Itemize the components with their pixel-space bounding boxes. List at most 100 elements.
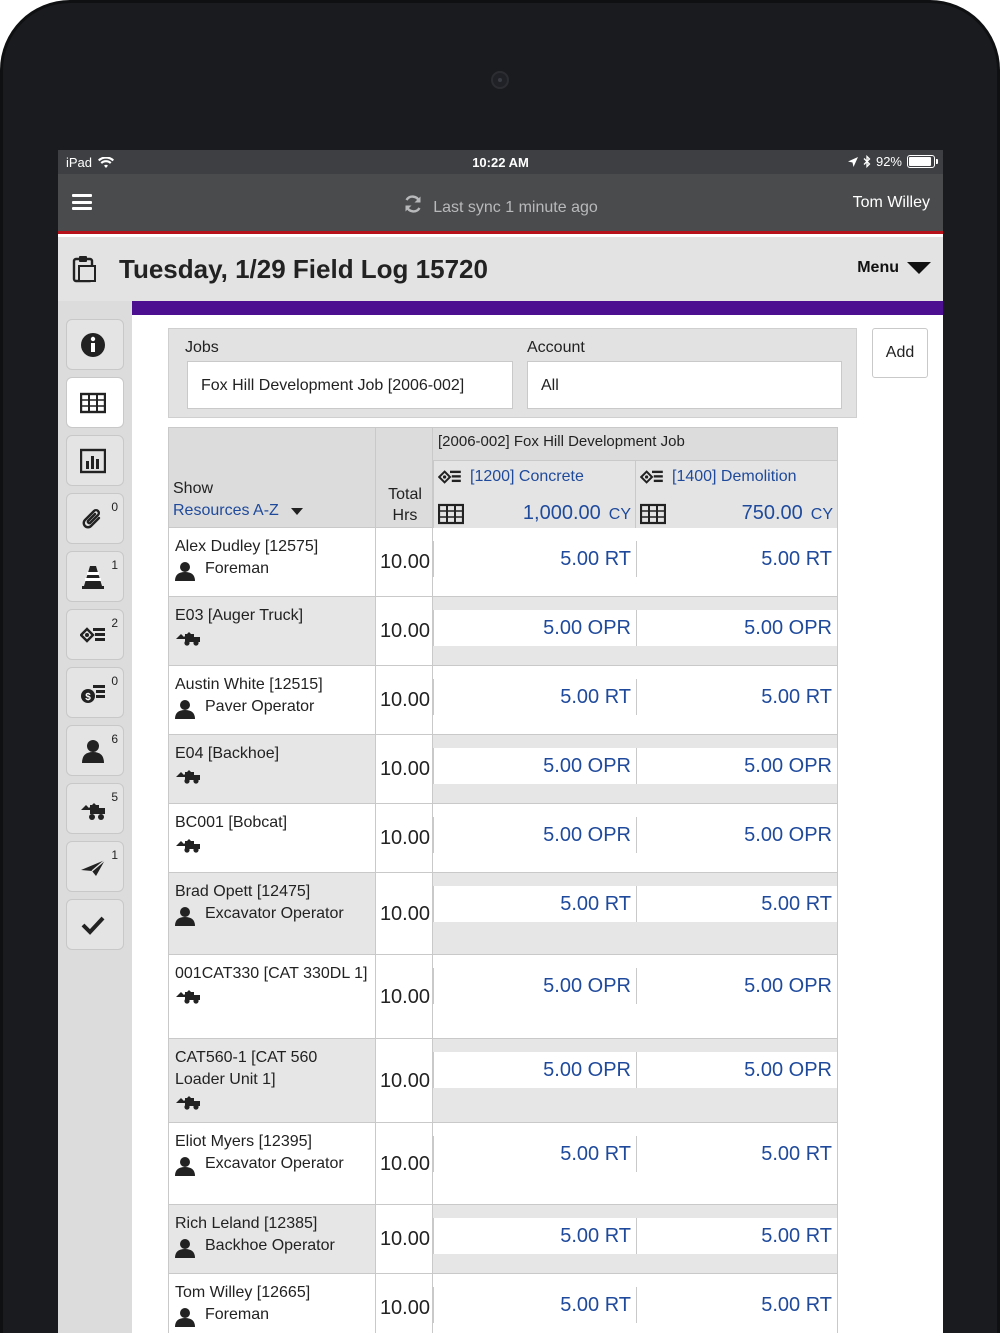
- resource-cell[interactable]: Rich Leland [12385] Backhoe Operator: [175, 1213, 371, 1265]
- hours-entry-cell[interactable]: 5.00 RT: [433, 1136, 636, 1172]
- table-row[interactable]: Austin White [12515] Paver Operator 10.00 5…: [168, 666, 838, 735]
- check-icon: [81, 916, 105, 935]
- hours-entry-cell[interactable]: 5.00 RT: [636, 679, 837, 715]
- table-row[interactable]: Rich Leland [12385] Backhoe Operator 10.00…: [168, 1205, 838, 1274]
- battery-fill: [909, 157, 932, 166]
- resource-cell[interactable]: Alex Dudley [12575] Foreman: [175, 536, 371, 588]
- sidebar-item-cost-codes[interactable]: 2: [66, 609, 124, 660]
- hours-entry-cell[interactable]: 5.00 OPR: [433, 610, 636, 646]
- hours-entry-cell[interactable]: 5.00 OPR: [636, 748, 837, 784]
- resource-role: Excavator Operator: [205, 1155, 344, 1172]
- cost-code-icon: [80, 627, 105, 643]
- table-row[interactable]: Tom Willey [12665] Foreman 10.00 5.00 RT 5.0…: [168, 1274, 838, 1333]
- resource-cell[interactable]: E04 [Backhoe]: [175, 743, 371, 791]
- resource-cell[interactable]: BC001 [Bobcat]: [175, 812, 371, 860]
- resource-role-line: Foreman: [175, 558, 371, 588]
- cost-code-label: [1400] Demolition: [672, 468, 797, 485]
- sidebar-item-submit[interactable]: [66, 899, 124, 950]
- cost-code-icon: [438, 470, 461, 484]
- hours-entry-cell[interactable]: 5.00 OPR: [433, 1052, 636, 1088]
- equipment-icon: [175, 768, 201, 791]
- resource-role-line: [175, 627, 371, 653]
- cost-code-header-1[interactable]: [1200] Concrete 1,000.00 CY: [433, 460, 636, 528]
- sidebar-badge: 0: [111, 500, 118, 514]
- equipment-icon: [81, 803, 105, 820]
- hours-entry-cell[interactable]: 5.00 RT: [433, 1218, 636, 1254]
- cost-code-icon: [640, 470, 663, 484]
- total-hours-cell: 10.00: [375, 1274, 433, 1333]
- status-bar: iPad 10:22 AM 92%: [58, 150, 943, 174]
- hours-entry-cell[interactable]: 5.00 RT: [636, 1136, 837, 1172]
- hours-entry-cell[interactable]: 5.00 RT: [636, 1218, 837, 1254]
- menu-button[interactable]: Menu: [857, 259, 931, 277]
- hours-entry-cell[interactable]: 5.00 OPR: [636, 1052, 837, 1088]
- resource-cell[interactable]: Eliot Myers [12395] Excavator Operator: [175, 1131, 371, 1183]
- hours-entry-cell[interactable]: 5.00 RT: [636, 886, 837, 922]
- resource-role-line: Paver Operator: [175, 696, 371, 726]
- user-name[interactable]: Tom Willey: [853, 194, 930, 212]
- hours-entry-cell[interactable]: 5.00 RT: [433, 541, 636, 577]
- sidebar-item-labor[interactable]: 6: [66, 725, 124, 776]
- resource-role: Paver Operator: [205, 698, 315, 715]
- job-header: [2006-002] Fox Hill Development Job: [438, 433, 685, 450]
- hours-entry-cell[interactable]: 5.00 OPR: [433, 817, 636, 853]
- total-hours-cell: 10.00: [375, 873, 433, 954]
- chart-icon: [80, 448, 106, 474]
- resource-role-line: Backhoe Operator: [175, 1235, 371, 1265]
- sidebar-item-equipment[interactable]: 5: [66, 783, 124, 834]
- resource-cell[interactable]: E03 [Auger Truck]: [175, 605, 371, 653]
- hours-entry-cell[interactable]: 5.00 RT: [433, 886, 636, 922]
- sort-select[interactable]: Resources A-Z: [173, 502, 303, 520]
- hours-entry-cell[interactable]: 5.00 RT: [636, 1287, 837, 1323]
- svg-text:$: $: [85, 692, 91, 703]
- hours-entry-cell[interactable]: 5.00 OPR: [636, 610, 837, 646]
- sidebar-item-info[interactable]: [66, 319, 124, 370]
- table-row[interactable]: Eliot Myers [12395] Excavator Operator 10.…: [168, 1123, 838, 1205]
- hours-entry-cell[interactable]: 5.00 OPR: [636, 968, 837, 1004]
- table-row[interactable]: Brad Opett [12475] Excavator Operator 10.0…: [168, 873, 838, 955]
- hours-entry-cell[interactable]: 5.00 RT: [636, 541, 837, 577]
- hours-entry-cell[interactable]: 5.00 OPR: [636, 817, 837, 853]
- location-icon: [847, 156, 858, 167]
- sidebar-item-safety[interactable]: 1: [66, 551, 124, 602]
- hours-entry-cell[interactable]: 5.00 OPR: [433, 968, 636, 1004]
- total-hours-cell: 10.00: [375, 666, 433, 734]
- table-row[interactable]: Alex Dudley [12575] Foreman 10.00 5.00 RT 5.…: [168, 528, 838, 597]
- table-row[interactable]: 001CAT330 [CAT 330DL 1] 10.00 5.00 OPR 5.00…: [168, 955, 838, 1039]
- sidebar-item-chart[interactable]: [66, 435, 124, 486]
- table-row[interactable]: E04 [Backhoe] 10.00 5.00 OPR 5.00 OPR: [168, 735, 838, 804]
- table-row[interactable]: E03 [Auger Truck] 10.00 5.00 OPR 5.00 OPR: [168, 597, 838, 666]
- camera-icon: [491, 71, 509, 89]
- paperclip-icon: [82, 508, 101, 529]
- cost-code-header-2[interactable]: [1400] Demolition 750.00 CY: [636, 460, 837, 528]
- resource-cell[interactable]: CAT560-1 [CAT 560 Loader Unit 1]: [175, 1047, 371, 1117]
- total-hours-header: Total Hrs: [375, 428, 433, 528]
- person-icon: [175, 699, 195, 726]
- grid-icon[interactable]: [640, 503, 666, 525]
- resource-cell[interactable]: Brad Opett [12475] Excavator Operator: [175, 881, 371, 933]
- table-row[interactable]: CAT560-1 [CAT 560 Loader Unit 1] 10.00 5.0…: [168, 1039, 838, 1123]
- table-row[interactable]: BC001 [Bobcat] 10.00 5.00 OPR 5.00 OPR: [168, 804, 838, 873]
- sync-status[interactable]: Last sync 1 minute ago: [58, 194, 943, 217]
- grid-icon: [80, 392, 106, 414]
- grid-icon[interactable]: [438, 503, 464, 525]
- account-field[interactable]: All: [527, 361, 842, 409]
- person-icon: [175, 906, 195, 933]
- resource-name: Alex Dudley [12575]: [175, 538, 319, 555]
- resource-name: 001CAT330 [CAT 330DL 1]: [175, 965, 368, 982]
- sidebar-item-notes[interactable]: 1: [66, 841, 124, 892]
- jobs-field[interactable]: Fox Hill Development Job [2006-002]: [187, 361, 513, 409]
- sidebar-item-costs[interactable]: $ 0: [66, 667, 124, 718]
- resource-cell[interactable]: Austin White [12515] Paver Operator: [175, 674, 371, 726]
- resource-cell[interactable]: Tom Willey [12665] Foreman: [175, 1282, 371, 1333]
- cost-code-quantity: 750.00 CY: [742, 502, 833, 525]
- sidebar-item-attachments[interactable]: 0: [66, 493, 124, 544]
- sidebar-item-grid[interactable]: [66, 377, 124, 428]
- hours-entry-cell[interactable]: 5.00 RT: [433, 1287, 636, 1323]
- resource-name: E03 [Auger Truck]: [175, 607, 304, 624]
- equipment-icon: [175, 630, 201, 653]
- resource-cell[interactable]: 001CAT330 [CAT 330DL 1]: [175, 963, 371, 1011]
- hours-entry-cell[interactable]: 5.00 RT: [433, 679, 636, 715]
- hours-entry-cell[interactable]: 5.00 OPR: [433, 748, 636, 784]
- add-button[interactable]: Add: [872, 328, 928, 378]
